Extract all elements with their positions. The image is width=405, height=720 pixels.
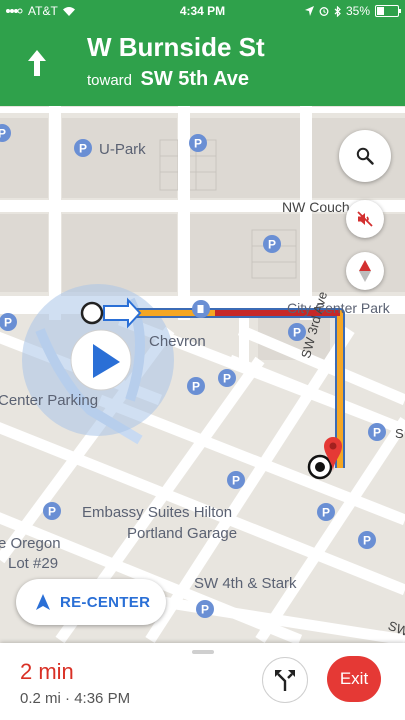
parking-pin-icon[interactable]: P xyxy=(227,471,245,489)
alarm-icon xyxy=(319,7,329,16)
parking-pin-icon[interactable]: P xyxy=(317,503,335,521)
svg-text:P: P xyxy=(232,474,240,488)
map-canvas[interactable]: P P P P P P P P P P P P P P xyxy=(0,106,405,644)
current-street: W Burnside St xyxy=(87,32,265,62)
parking-pin-icon[interactable]: P xyxy=(218,369,236,387)
parking-pin-icon[interactable]: P xyxy=(196,600,214,618)
volume-off-icon xyxy=(357,211,373,227)
poi-label-u-park[interactable]: U-Park xyxy=(99,141,146,158)
poi-label-sw-4th-stark[interactable]: SW 4th & Stark xyxy=(194,575,297,592)
svg-text:P: P xyxy=(268,238,276,252)
poi-label-embassy-line2[interactable]: Portland Garage xyxy=(127,525,237,542)
map-view[interactable]: P P P P P P P P P P P P P P U-Park NW Co xyxy=(0,106,405,644)
toward-line: toward SW 5th Ave xyxy=(87,68,249,91)
drag-handle[interactable] xyxy=(192,650,214,654)
arrow-up-icon xyxy=(28,50,46,76)
bluetooth-icon xyxy=(334,5,341,17)
svg-text:P: P xyxy=(0,127,6,141)
street-label-edge-s: S xyxy=(395,426,404,441)
eta-time: 2 min xyxy=(20,659,74,684)
poi-label-city-center-park[interactable]: City Center Park xyxy=(287,300,390,316)
parking-pin-icon[interactable]: P xyxy=(187,377,205,395)
svg-text:P: P xyxy=(192,380,200,394)
location-icon xyxy=(304,6,314,16)
battery-icon xyxy=(375,5,401,17)
eta-details: 0.2 mi · 4:36 PM xyxy=(20,690,130,707)
poi-label-center-parking[interactable]: Center Parking xyxy=(0,392,98,409)
battery-percent: 35% xyxy=(345,4,370,18)
status-right: 35% xyxy=(304,4,401,18)
recenter-label: RE-CENTER xyxy=(60,593,151,611)
route-start-circle xyxy=(80,301,104,325)
eta-separator: · xyxy=(65,690,71,707)
parking-pin-icon[interactable]: P xyxy=(74,139,92,157)
mute-button[interactable] xyxy=(346,200,384,238)
svg-text:P: P xyxy=(201,603,209,617)
trip-summary-panel[interactable]: 2 min 0.2 mi · 4:36 PM Exit xyxy=(0,643,405,720)
battery-fill xyxy=(377,7,384,15)
parking-pin-icon[interactable]: P xyxy=(43,502,61,520)
poi-label-oregon-line1[interactable]: e Oregon xyxy=(0,535,61,552)
exit-button[interactable]: Exit xyxy=(327,656,381,702)
status-bar: AT&T 4:34 PM 35% xyxy=(0,0,405,22)
poi-label-chevron[interactable]: Chevron xyxy=(149,333,206,350)
svg-text:P: P xyxy=(4,316,12,330)
alternate-routes-icon xyxy=(275,670,295,691)
parking-pin-icon[interactable]: P xyxy=(358,531,376,549)
gas-pin-icon[interactable] xyxy=(192,300,210,318)
svg-text:P: P xyxy=(293,326,301,340)
poi-label-embassy-line1[interactable]: Embassy Suites Hilton xyxy=(82,504,232,521)
navigation-header: W Burnside St toward SW 5th Ave xyxy=(0,22,405,106)
svg-text:P: P xyxy=(194,137,202,151)
svg-text:P: P xyxy=(322,506,330,520)
navigation-arrow-icon xyxy=(36,594,50,610)
alternate-routes-button[interactable] xyxy=(262,657,308,703)
poi-label-oregon-line2[interactable]: Lot #29 xyxy=(8,555,58,572)
compass-icon xyxy=(359,260,371,282)
toward-prefix: toward xyxy=(87,72,133,89)
svg-text:P: P xyxy=(373,426,381,440)
svg-text:P: P xyxy=(223,372,231,386)
parking-pin-icon[interactable]: P xyxy=(189,134,207,152)
toward-destination: SW 5th Ave xyxy=(140,68,250,90)
svg-text:P: P xyxy=(363,534,371,548)
parking-pin-icon[interactable]: P xyxy=(368,423,386,441)
svg-text:P: P xyxy=(79,142,87,156)
search-button[interactable] xyxy=(339,130,391,182)
trip-distance: 0.2 mi xyxy=(20,690,61,707)
compass-button[interactable] xyxy=(346,252,384,290)
svg-text:P: P xyxy=(48,505,56,519)
search-icon xyxy=(356,147,374,165)
parking-pin-icon[interactable]: P xyxy=(263,235,281,253)
recenter-button[interactable]: RE-CENTER xyxy=(16,579,166,625)
arrival-time: 4:36 PM xyxy=(74,690,131,707)
